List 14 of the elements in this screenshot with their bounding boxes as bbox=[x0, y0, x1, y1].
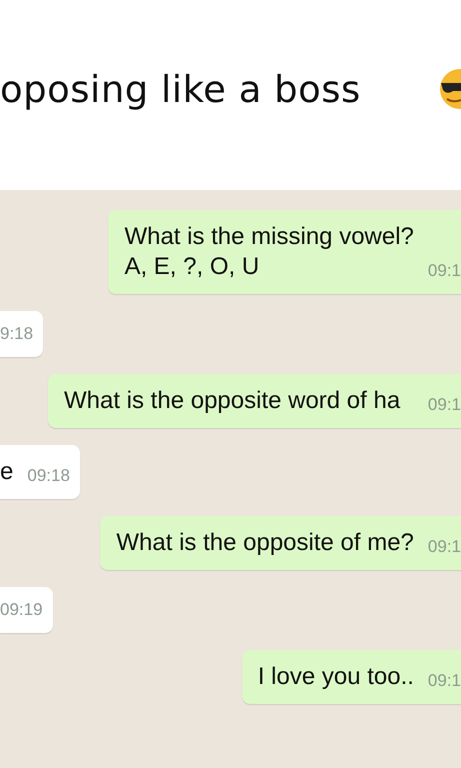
message-time: 09:18 bbox=[27, 465, 70, 487]
message-text: What is the opposite word of ha bbox=[64, 386, 400, 416]
message-text: e bbox=[0, 457, 14, 487]
sunglasses-emoji-icon bbox=[439, 69, 461, 109]
message-time: 09:19 bbox=[0, 599, 43, 621]
message-time: 09:1 bbox=[428, 260, 461, 282]
message-text: What is the opposite of me? bbox=[116, 528, 414, 558]
message-time: 9:18 bbox=[0, 323, 34, 345]
message-text: I love you too.. bbox=[258, 662, 414, 692]
message-time: 09:1 bbox=[428, 394, 461, 416]
message-time: 09:1 bbox=[428, 536, 461, 558]
post-title: oposing like a boss bbox=[0, 68, 361, 110]
message-time: 09:1 bbox=[428, 670, 461, 692]
message-text: What is the missing vowel? A, E, ?, O, U bbox=[124, 222, 414, 282]
